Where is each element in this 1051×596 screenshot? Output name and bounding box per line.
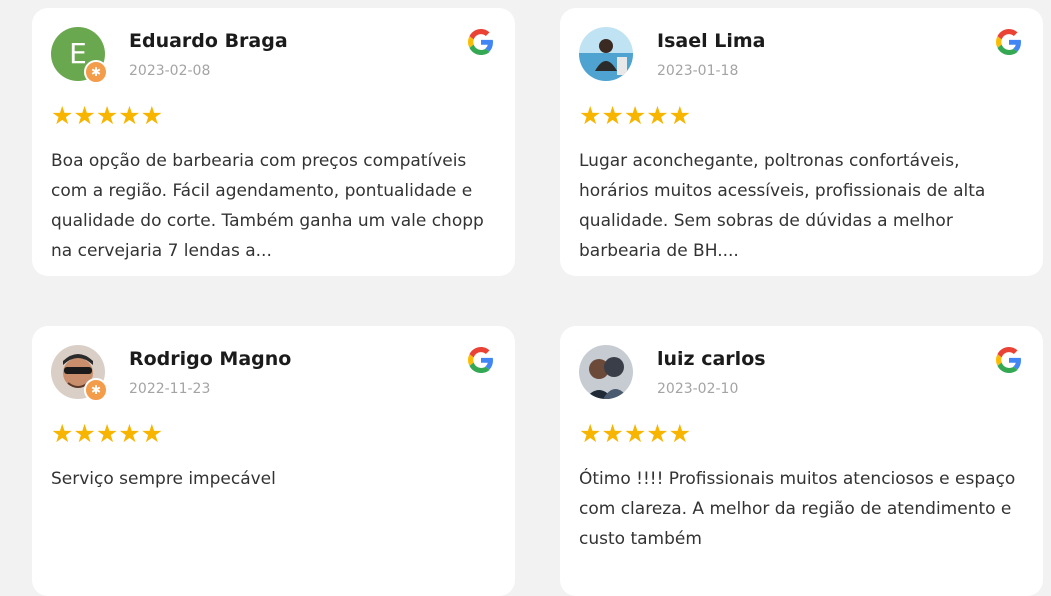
review-date: 2023-02-08 <box>129 63 211 79</box>
google-icon[interactable] <box>996 29 1022 55</box>
avatar <box>579 27 633 81</box>
reviewer-name[interactable]: Rodrigo Magno <box>129 348 291 370</box>
avatar-photo-image <box>579 345 633 399</box>
reviewer-name[interactable]: luiz carlos <box>657 348 766 370</box>
google-icon[interactable] <box>468 347 494 373</box>
reviewer-name[interactable]: Eduardo Braga <box>129 30 288 52</box>
local-guide-badge-icon: ✱ <box>84 60 108 84</box>
avatar: ✱ <box>51 345 108 402</box>
rating-stars: ★★★★★ <box>579 419 692 448</box>
review-text: Lugar aconchegante, poltronas confortáve… <box>579 151 986 261</box>
review-date: 2022-11-23 <box>129 381 211 397</box>
review-date: 2023-02-10 <box>657 381 739 397</box>
review-card: Isael Lima 2023-01-18 ★★★★★ Lugar aconch… <box>560 8 1043 276</box>
review-card: luiz carlos 2023-02-10 ★★★★★ Ótimo !!!! … <box>560 326 1043 596</box>
google-icon[interactable] <box>468 29 494 55</box>
review-text: Serviço sempre impecável <box>51 469 276 489</box>
google-icon[interactable] <box>996 347 1022 373</box>
reviewer-name[interactable]: Isael Lima <box>657 30 765 52</box>
review-card: E ✱ Eduardo Braga 2023-02-08 ★★★★★ Boa o… <box>32 8 515 276</box>
avatar-photo <box>579 345 633 399</box>
avatar: E ✱ <box>51 27 108 84</box>
avatar-photo-image <box>579 27 633 81</box>
rating-stars: ★★★★★ <box>579 101 692 130</box>
rating-stars: ★★★★★ <box>51 419 164 448</box>
local-guide-badge-icon: ✱ <box>84 378 108 402</box>
review-text: Boa opção de barbearia com preços compat… <box>51 151 484 261</box>
review-date: 2023-01-18 <box>657 63 739 79</box>
review-card: ✱ Rodrigo Magno 2022-11-23 ★★★★★ Serviço… <box>32 326 515 596</box>
review-text: Ótimo !!!! Profissionais muitos atencios… <box>579 469 1016 549</box>
rating-stars: ★★★★★ <box>51 101 164 130</box>
avatar <box>579 345 633 399</box>
avatar-photo <box>579 27 633 81</box>
